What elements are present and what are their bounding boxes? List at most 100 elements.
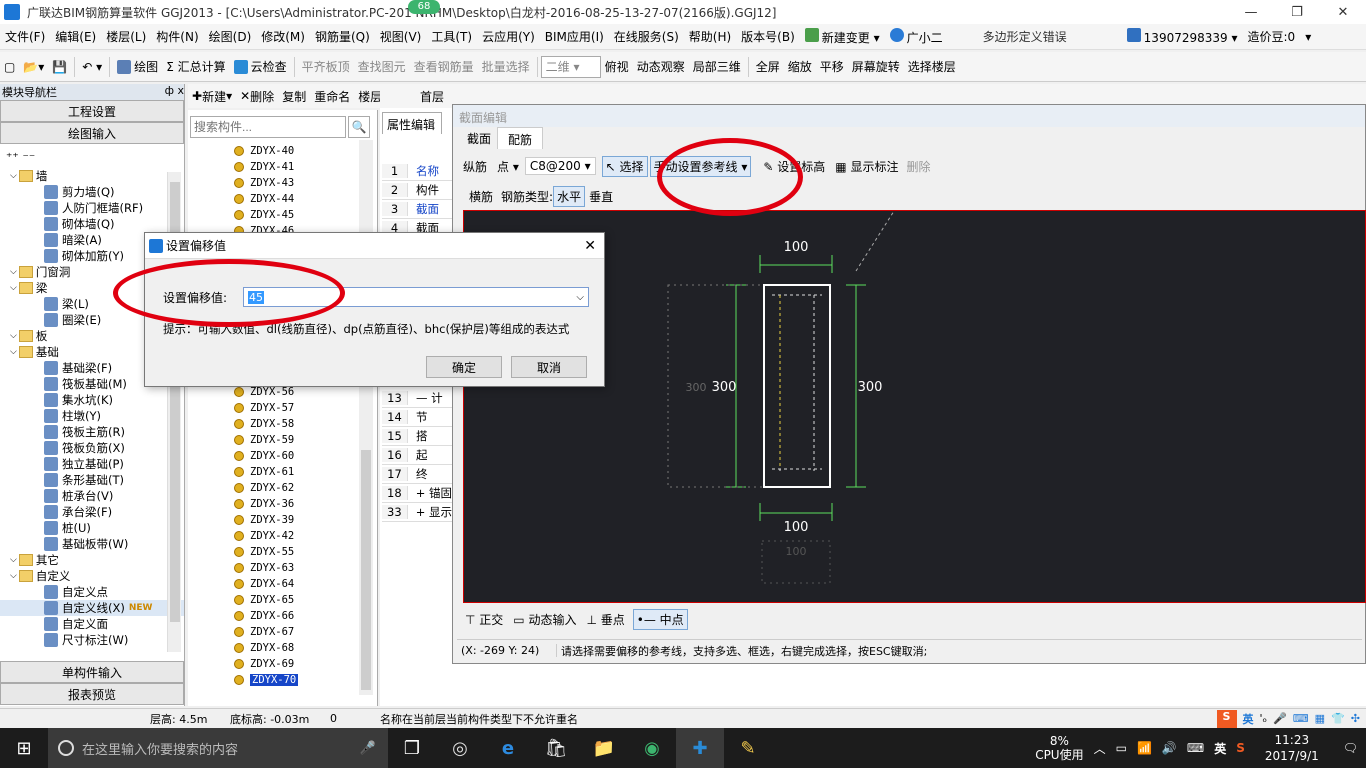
menu-modify[interactable]: 修改(M)	[256, 28, 310, 45]
chevron-down-icon[interactable]: ⌵	[576, 292, 584, 303]
edge-browser-icon[interactable]: e	[484, 728, 532, 768]
punctuation-icon[interactable]: 'ₒ	[1260, 712, 1268, 725]
tree-item[interactable]: 独立基础(P)	[0, 456, 184, 472]
touch-keyboard-icon[interactable]: ⌨	[1187, 741, 1204, 755]
orbit-button[interactable]: 动态观察	[633, 56, 689, 78]
pan-button[interactable]: 平移	[816, 56, 848, 78]
undo-icon[interactable]: ↶ ▾	[78, 56, 106, 78]
ortho-button[interactable]: ⊤ 正交	[465, 611, 503, 628]
menu-edit[interactable]: 编辑(E)	[50, 28, 101, 45]
select-button[interactable]: ↖ 选择	[601, 155, 648, 177]
tree-item[interactable]: 砌体墙(Q)	[0, 216, 184, 232]
drawing-input-button[interactable]: 绘图输入	[0, 122, 184, 144]
zoom-button[interactable]: 缩放	[784, 56, 816, 78]
tree-item[interactable]: 桩承台(V)	[0, 488, 184, 504]
vertical-button[interactable]: 垂直	[589, 188, 613, 205]
expand-toggle-icon[interactable]: ⌵	[10, 555, 17, 565]
component-item[interactable]: ZDYX-64	[188, 576, 363, 592]
beans-dropdown[interactable]: ▾	[1300, 30, 1316, 44]
tree-item[interactable]: 承台梁(F)	[0, 504, 184, 520]
cpu-usage[interactable]: 8% CPU使用	[1035, 734, 1083, 762]
tree-item[interactable]: 尺寸标注(W)	[0, 632, 184, 648]
component-item[interactable]: ZDYX-60	[188, 448, 363, 464]
component-item[interactable]: ZDYX-57	[188, 400, 363, 416]
batch-select-button[interactable]: 批量选择	[478, 56, 534, 78]
delete-component-button[interactable]: ✕ 删除	[236, 85, 278, 107]
copy-component-button[interactable]: 复制	[278, 85, 310, 107]
sogou-tray-icon[interactable]: S	[1236, 741, 1245, 755]
property-row[interactable]: 16 起	[382, 446, 452, 465]
select-floor-button[interactable]: 选择楼层	[904, 56, 960, 78]
property-row[interactable]: 13 — 计	[382, 389, 452, 408]
point-mode-select[interactable]: 点 ▾	[497, 158, 519, 175]
expand-toggle-icon[interactable]: ⌵	[10, 267, 17, 277]
menu-tools[interactable]: 工具(T)	[426, 28, 477, 45]
pin-close-icon[interactable]: ф x	[165, 84, 184, 100]
menu-draw[interactable]: 绘图(D)	[204, 28, 257, 45]
open-folder-icon[interactable]: 📂▾	[19, 56, 48, 78]
start-windows-icon[interactable]: ⊞	[0, 728, 48, 768]
menu-component[interactable]: 构件(N)	[151, 28, 203, 45]
menu-online[interactable]: 在线服务(S)	[609, 28, 684, 45]
task-view-icon[interactable]: ❐	[388, 728, 436, 768]
clock[interactable]: 11:23 2017/9/1	[1265, 732, 1319, 764]
taskbar-search-box[interactable]: 在这里输入你要搜索的内容 🎤	[48, 728, 388, 768]
tree-item[interactable]: 剪力墙(Q)	[0, 184, 184, 200]
dialog-close-icon[interactable]: ✕	[584, 238, 596, 254]
component-item[interactable]: ZDYX-58	[188, 416, 363, 432]
menu-rebar[interactable]: 钢筋量(Q)	[310, 28, 375, 45]
ok-button[interactable]: 确定	[426, 356, 502, 378]
fullscreen-button[interactable]: 全屏	[752, 56, 784, 78]
search-icon[interactable]: 🔍	[348, 116, 370, 138]
search-component-input[interactable]	[190, 116, 346, 138]
tools-icon[interactable]: ✣	[1351, 712, 1360, 725]
tree-item[interactable]: 桩(U)	[0, 520, 184, 536]
glodon-app-icon[interactable]: ✚	[676, 728, 724, 768]
component-item[interactable]: ZDYX-69	[188, 656, 363, 672]
property-row[interactable]: 1 名称	[382, 162, 452, 181]
skin-icon[interactable]: ▦	[1315, 712, 1325, 725]
volume-icon[interactable]: 🔊	[1162, 741, 1177, 755]
property-tab[interactable]: 属性编辑	[382, 112, 442, 134]
component-item[interactable]: ZDYX-61	[188, 464, 363, 480]
expand-toggle-icon[interactable]: ⌵	[10, 171, 17, 181]
perpendicular-button[interactable]: ⊥ 垂点	[586, 611, 624, 628]
midpoint-button[interactable]: •— 中点	[632, 608, 688, 630]
component-item[interactable]: ZDYX-41	[188, 159, 377, 175]
notepad-app-icon[interactable]: ✎	[724, 728, 772, 768]
component-item[interactable]: ZDYX-70	[188, 672, 363, 688]
find-element-button[interactable]: 查找图元	[354, 56, 410, 78]
property-row[interactable]: 14 节	[382, 408, 452, 427]
minimize-button[interactable]: —	[1228, 0, 1274, 24]
summary-calc-button[interactable]: Σ 汇总计算	[162, 56, 229, 78]
component-item[interactable]: ZDYX-66	[188, 608, 363, 624]
tree-folder[interactable]: ⌵ 其它	[0, 552, 184, 568]
tree-folder[interactable]: ⌵ 自定义	[0, 568, 184, 584]
expand-toggle-icon[interactable]: ⌵	[10, 571, 17, 581]
draw-button[interactable]: 绘图	[113, 56, 162, 78]
scrollbar-thumb[interactable]	[361, 450, 371, 690]
expand-collapse-icons[interactable]: ⁺⁺ ⁻⁻	[0, 144, 184, 168]
ime-language[interactable]: 英	[1243, 711, 1254, 727]
project-settings-button[interactable]: 工程设置	[0, 100, 184, 122]
close-button[interactable]: ✕	[1320, 0, 1366, 24]
property-row[interactable]: 33 + 显示	[382, 503, 452, 522]
mic-icon[interactable]: 🎤	[1273, 712, 1287, 725]
view-mode-select[interactable]: 二维 ▾	[540, 55, 601, 78]
sogou-icon[interactable]: S	[1216, 709, 1237, 728]
save-icon[interactable]: 💾	[48, 56, 71, 78]
360-browser-icon[interactable]: ◉	[628, 728, 676, 768]
new-file-icon[interactable]: ▢	[0, 56, 19, 78]
tree-item[interactable]: 自定义点	[0, 584, 184, 600]
component-item[interactable]: ZDYX-42	[188, 528, 363, 544]
component-item[interactable]: ZDYX-36	[188, 496, 363, 512]
menu-view[interactable]: 视图(V)	[375, 28, 427, 45]
menu-cloud[interactable]: 云应用(Y)	[477, 28, 540, 45]
component-item[interactable]: ZDYX-44	[188, 191, 377, 207]
align-slab-top-button[interactable]: 平齐板顶	[298, 56, 354, 78]
rename-component-button[interactable]: 重命名	[310, 85, 354, 107]
battery-icon[interactable]: ▭	[1116, 741, 1127, 755]
cloud-check-button[interactable]: 云检查	[230, 56, 291, 78]
network-icon[interactable]: 📶	[1137, 741, 1152, 755]
menu-help[interactable]: 帮助(H)	[684, 28, 736, 45]
